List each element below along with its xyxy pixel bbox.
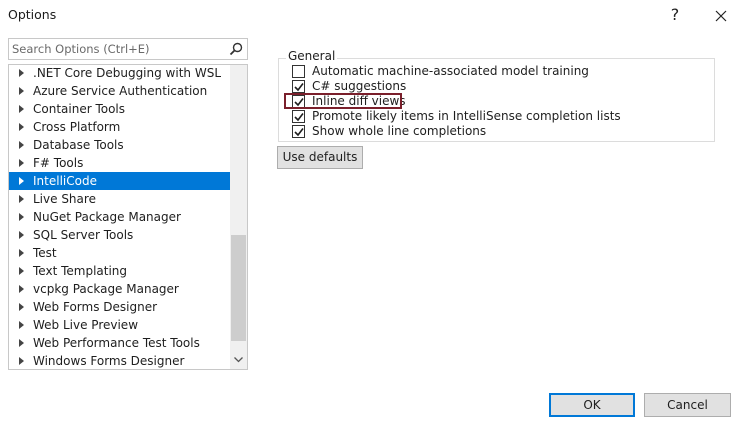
tree-item-label: Database Tools [33,138,124,152]
tree-item[interactable]: .NET Core Debugging with WSL [9,65,231,82]
general-group-label: General [286,49,338,63]
option-label: C# suggestions [312,79,407,93]
tree-item[interactable]: F# Tools [9,154,231,172]
options-tree[interactable]: .NET Core Debugging with WSL Azure Servic… [8,64,248,370]
expand-arrow-icon[interactable] [19,357,24,365]
tree-item[interactable]: NuGet Package Manager [9,208,231,226]
tree-item-label: vcpkg Package Manager [33,282,179,296]
ok-button[interactable]: OK [549,393,635,417]
tree-item[interactable]: Text Templating [9,262,231,280]
tree-item-label: F# Tools [33,156,84,170]
tree-item[interactable]: Azure Service Authentication [9,82,231,100]
tree-item-label: .NET Core Debugging with WSL [33,66,221,80]
expand-arrow-icon[interactable] [19,231,24,239]
search-box[interactable] [8,38,248,60]
tree-item-label: Web Live Preview [33,318,139,332]
checkmark-icon [294,113,304,122]
tree-item-label: Text Templating [33,264,128,278]
title-bar: Options ? [0,0,743,30]
option-checkbox[interactable] [292,65,305,78]
tree-item[interactable]: Web Live Preview [9,316,231,334]
chevron-down-icon [234,357,243,363]
tree-item[interactable]: Container Tools [9,100,231,118]
option-checkbox[interactable] [292,125,305,138]
expand-arrow-icon[interactable] [19,141,24,149]
expand-arrow-icon[interactable] [19,213,24,221]
close-button[interactable] [706,0,736,30]
tree-item-label: Live Share [33,192,96,206]
expand-arrow-icon[interactable] [19,159,24,167]
tree-item-label: Test [33,246,57,260]
expand-arrow-icon[interactable] [19,87,24,95]
tree-item-label: Cross Platform [33,120,121,134]
expand-arrow-icon[interactable] [19,267,24,275]
search-input[interactable] [12,41,222,57]
expand-arrow-icon[interactable] [19,105,24,113]
tree-item-label: NuGet Package Manager [33,210,181,224]
option-checkbox[interactable] [292,110,305,123]
expand-arrow-icon[interactable] [19,177,24,185]
tree-list: .NET Core Debugging with WSL Azure Servic… [9,65,231,369]
expand-arrow-icon[interactable] [19,249,24,257]
window-title: Options [8,7,57,22]
tree-item[interactable]: Test [9,244,231,262]
tree-item-label: IntelliCode [33,174,97,188]
option-label: Automatic machine-associated model train… [312,64,589,78]
tree-item[interactable]: IntelliCode [9,172,231,190]
tree-item[interactable]: vcpkg Package Manager [9,280,231,298]
tree-item[interactable]: Web Performance Test Tools [9,334,231,352]
tree-item-label: Azure Service Authentication [33,84,208,98]
checkmark-icon [294,83,304,92]
expand-arrow-icon[interactable] [19,339,24,347]
expand-arrow-icon[interactable] [19,69,24,77]
expand-arrow-icon[interactable] [19,123,24,131]
search-icon[interactable] [229,42,243,56]
tree-scrollbar[interactable] [230,65,247,369]
tree-item-label: Web Forms Designer [33,300,158,314]
highlight-box [284,93,402,109]
tree-item-label: Windows Forms Designer [33,354,185,368]
use-defaults-label: Use defaults [282,150,358,164]
tree-item-label: Web Performance Test Tools [33,336,200,350]
tree-item[interactable]: Live Share [9,190,231,208]
close-icon [715,10,727,21]
tree-item[interactable]: Web Forms Designer [9,298,231,316]
tree-item-label: SQL Server Tools [33,228,134,242]
option-label: Show whole line completions [312,124,487,138]
cancel-button[interactable]: Cancel [644,393,731,417]
tree-item[interactable]: Windows Forms Designer [9,352,231,369]
option-checkbox[interactable] [292,80,305,93]
option-label: Promote likely items in IntelliSense com… [312,109,621,123]
tree-item[interactable]: SQL Server Tools [9,226,231,244]
help-button[interactable]: ? [660,0,690,30]
scroll-thumb[interactable] [231,235,246,341]
checkmark-icon [294,128,304,137]
expand-arrow-icon[interactable] [19,303,24,311]
expand-arrow-icon[interactable] [19,285,24,293]
tree-item[interactable]: Database Tools [9,136,231,154]
tree-item-label: Container Tools [33,102,126,116]
expand-arrow-icon[interactable] [19,321,24,329]
use-defaults-button[interactable]: Use defaults [277,146,363,169]
scroll-down-button[interactable] [230,352,247,369]
tree-item[interactable]: Cross Platform [9,118,231,136]
expand-arrow-icon[interactable] [19,195,24,203]
